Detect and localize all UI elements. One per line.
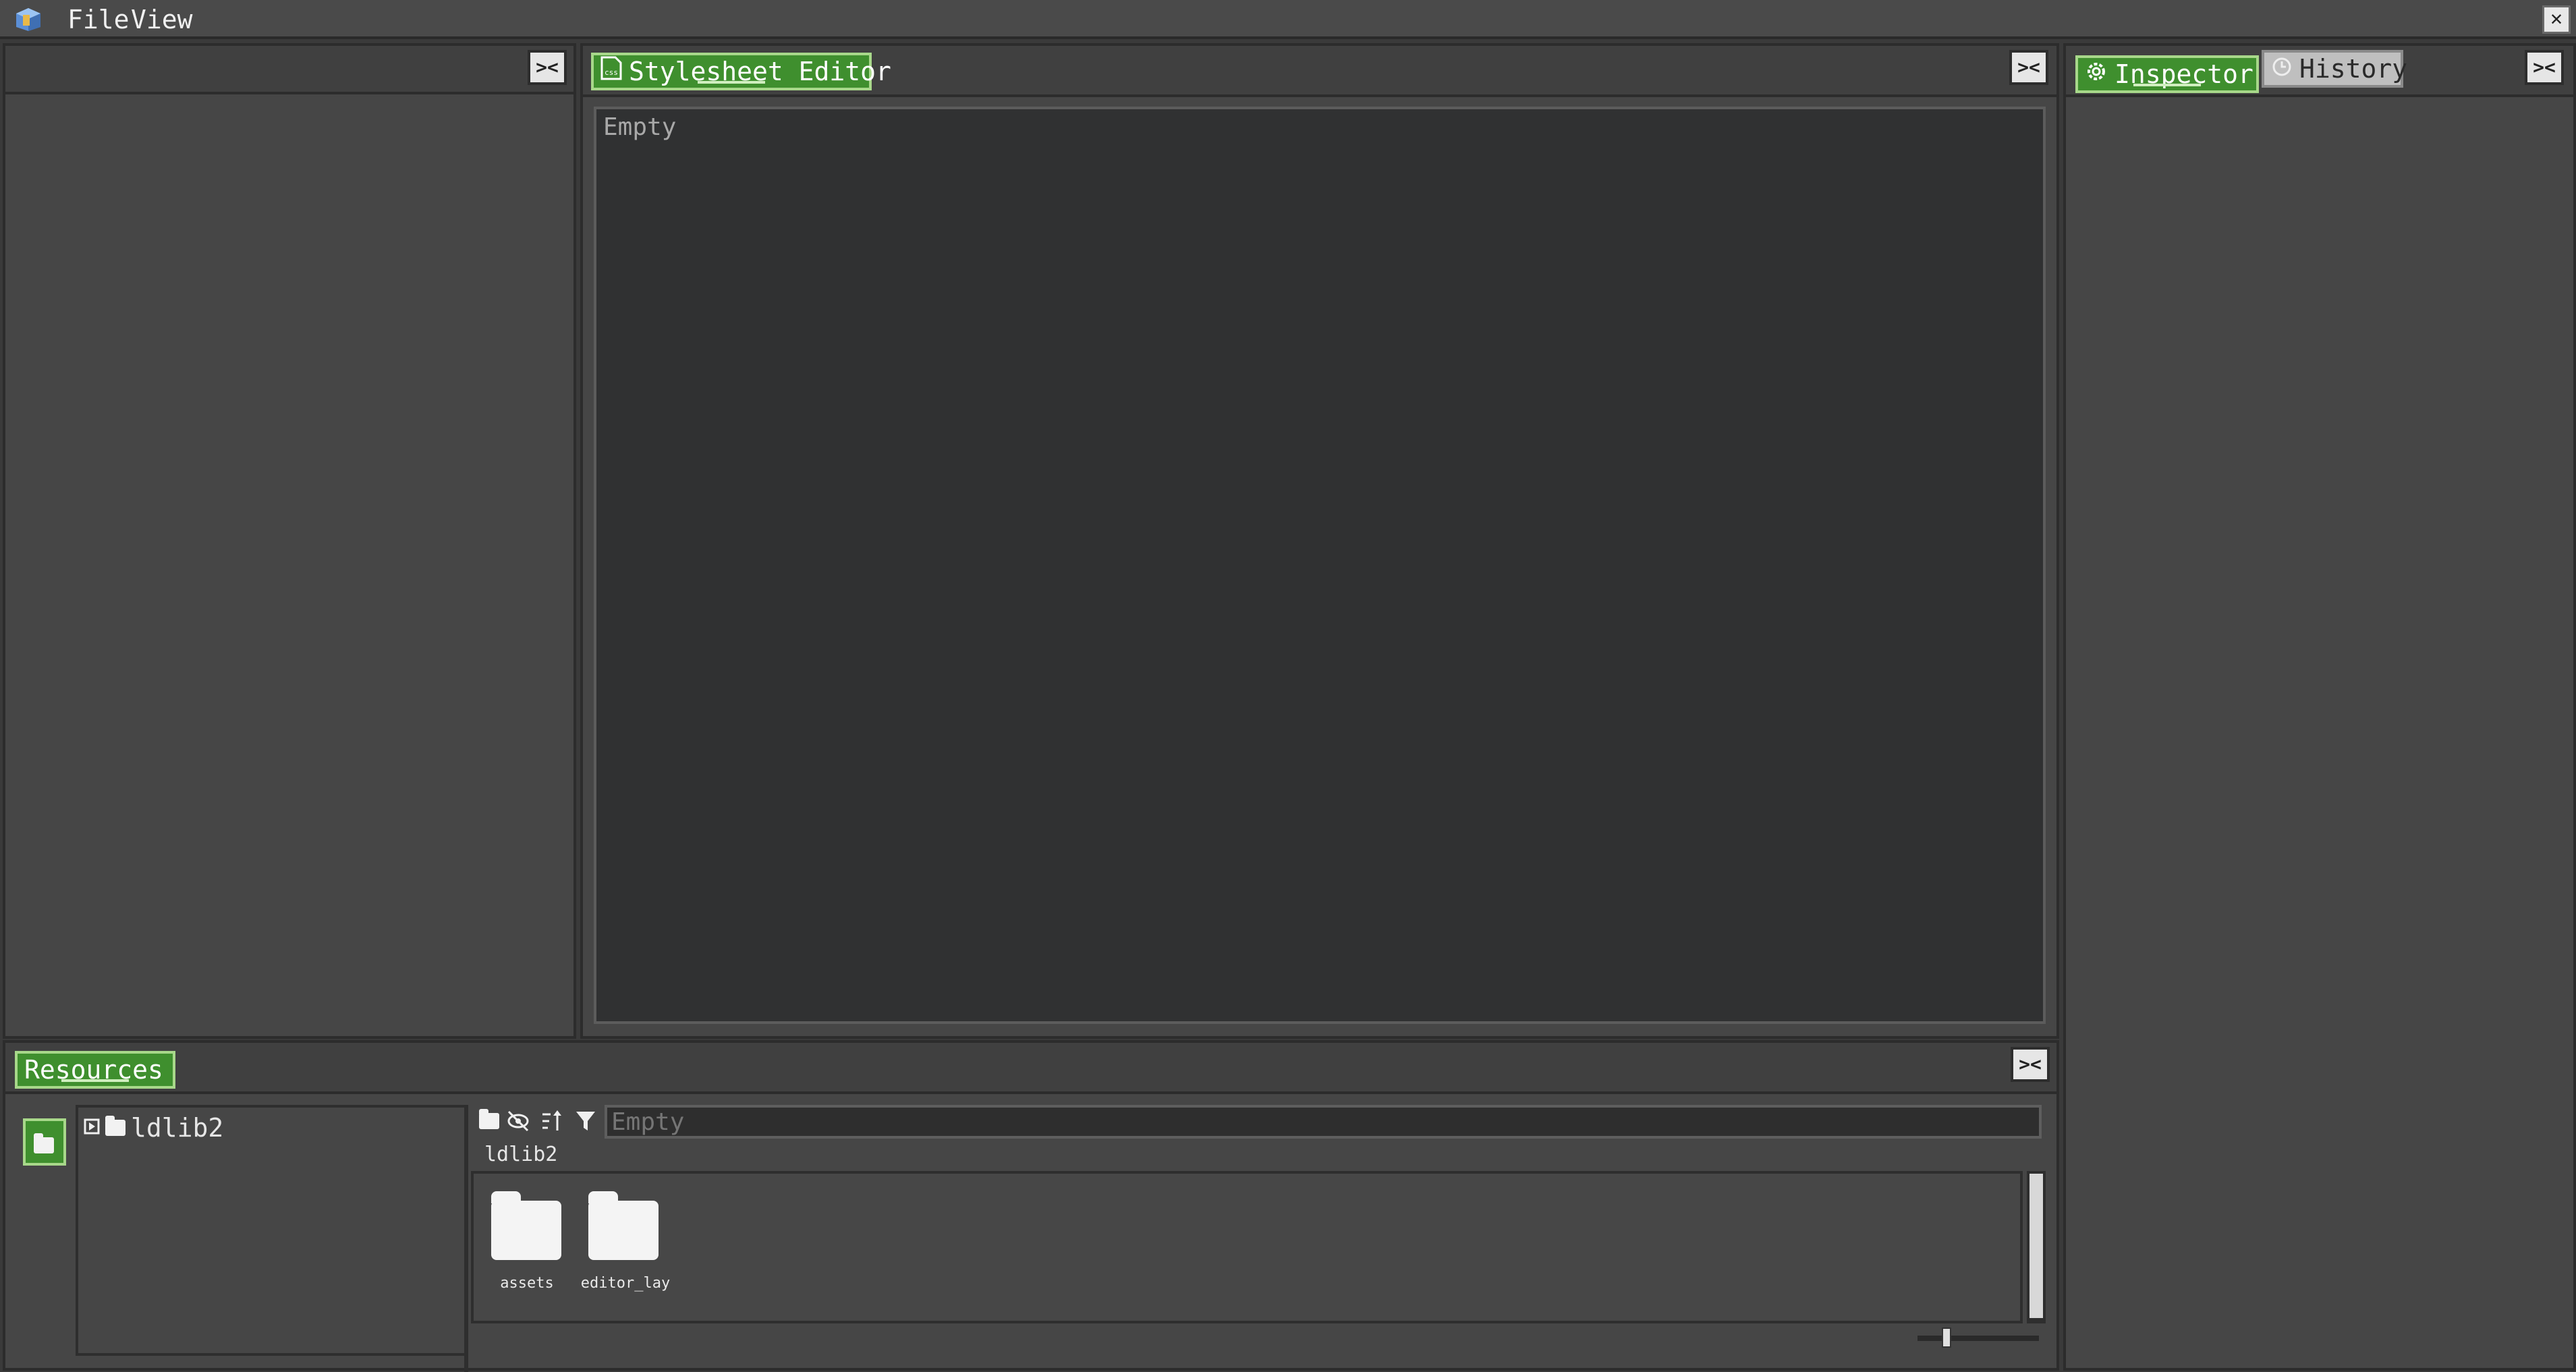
tab-label: Inspector — [2115, 59, 2253, 89]
stylesheet-editor-collapse-button[interactable]: >< — [2009, 50, 2048, 85]
left-panel-collapse-button[interactable]: >< — [528, 50, 567, 85]
resource-item[interactable]: editor_lay — [575, 1187, 683, 1315]
folder-icon — [105, 1116, 125, 1136]
folder-icon — [588, 1191, 659, 1260]
resource-item-label: editor_lay — [580, 1275, 671, 1292]
resource-tree: ldlib2 — [76, 1105, 467, 1356]
sort-icon[interactable] — [540, 1109, 564, 1133]
left-panel-header — [5, 46, 573, 94]
tab-label: Resources — [24, 1055, 163, 1085]
expand-arrow-icon[interactable] — [84, 1118, 100, 1137]
stylesheet-editor-panel: css Stylesheet Editor >< Empty — [580, 43, 2059, 1039]
right-panel-collapse-button[interactable]: >< — [2525, 50, 2564, 85]
tab-inspector[interactable]: Inspector — [2075, 55, 2259, 93]
splitter[interactable] — [464, 1105, 468, 1372]
app-logo-icon — [13, 7, 43, 32]
tab-label: Stylesheet Editor — [629, 57, 891, 86]
collapse-icon: >< — [2017, 56, 2040, 78]
close-icon: ✕ — [2550, 7, 2563, 30]
open-folder-button[interactable] — [23, 1118, 66, 1166]
menu-bar: File View ✕ — [0, 0, 2576, 39]
css-file-icon: css — [600, 55, 622, 88]
resources-collapse-button[interactable]: >< — [2011, 1047, 2050, 1082]
current-path: ldlib2 — [484, 1143, 558, 1166]
grid-scrollbar[interactable] — [2027, 1171, 2046, 1323]
folder-icon — [491, 1191, 561, 1260]
window-close-button[interactable]: ✕ — [2542, 5, 2571, 34]
svg-text:css: css — [605, 68, 618, 77]
clock-icon — [2271, 52, 2293, 86]
folder-icon[interactable] — [479, 1109, 499, 1129]
collapse-icon: >< — [2019, 1053, 2042, 1075]
tab-history[interactable]: History — [2262, 50, 2407, 88]
hide-eye-icon[interactable] — [506, 1109, 530, 1133]
folder-icon — [34, 1133, 54, 1153]
zoom-slider[interactable] — [1917, 1327, 2039, 1348]
tree-item[interactable]: ldlib2 — [84, 1113, 224, 1143]
resources-panel: Resources >< ldlib2 ldlib2 assets — [3, 1040, 2059, 1372]
slider-handle[interactable] — [1942, 1327, 1951, 1348]
tree-item-label: ldlib2 — [131, 1113, 224, 1143]
collapse-icon: >< — [536, 56, 559, 78]
collapse-icon: >< — [2533, 56, 2556, 78]
menu-view[interactable]: View — [128, 3, 196, 36]
gear-icon — [2085, 57, 2108, 91]
tab-stylesheet-editor[interactable]: css Stylesheet Editor — [591, 53, 891, 90]
stylesheet-text-editor[interactable]: Empty — [594, 107, 2046, 1024]
tab-resources[interactable]: Resources — [15, 1051, 175, 1089]
resource-item-label: assets — [500, 1275, 554, 1292]
scrollbar-thumb[interactable] — [2029, 1174, 2043, 1318]
resource-grid: assets editor_lay — [471, 1171, 2023, 1323]
filter-icon[interactable] — [573, 1109, 598, 1133]
left-panel: >< — [3, 43, 576, 1039]
resource-item[interactable]: assets — [483, 1187, 571, 1315]
right-panel: Inspector History >< — [2063, 43, 2576, 1371]
menu-file[interactable]: File — [65, 3, 132, 36]
resources-header — [5, 1043, 2056, 1094]
editor-placeholder: Empty — [603, 113, 677, 141]
resource-search-input[interactable] — [605, 1105, 2042, 1139]
tab-label: History — [2299, 54, 2408, 84]
